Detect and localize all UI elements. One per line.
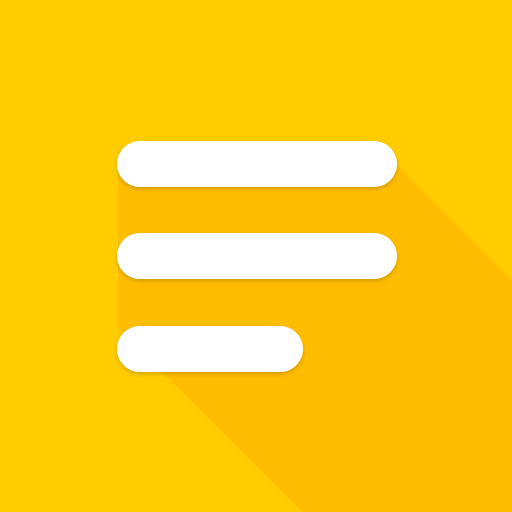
menu-line-middle <box>117 233 397 279</box>
menu-line-top <box>117 141 397 187</box>
menu-line-bottom <box>117 326 303 372</box>
menu-lines-icon <box>0 0 512 512</box>
app-icon <box>0 0 512 512</box>
